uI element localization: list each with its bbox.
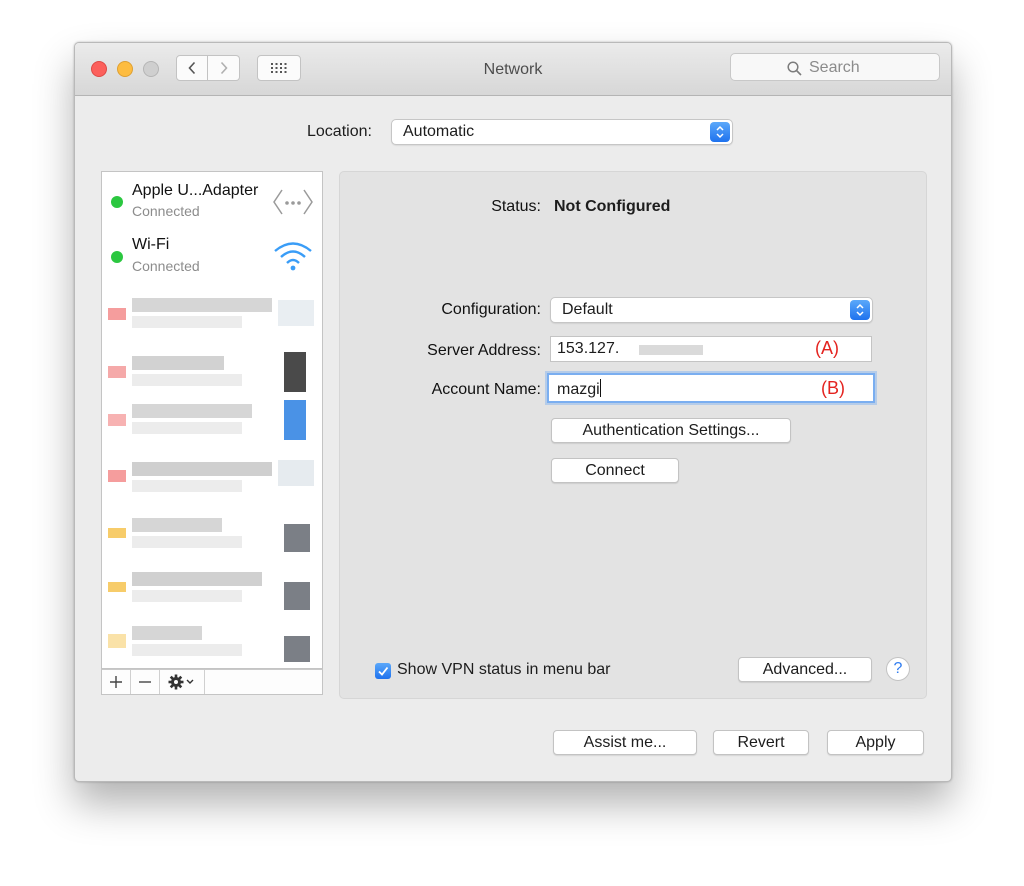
configuration-label: Configuration: [441, 301, 541, 318]
account-name-label: Account Name: [431, 381, 541, 398]
authentication-settings-button[interactable]: Authentication Settings... [551, 418, 791, 443]
configuration-popup[interactable]: Default [550, 297, 873, 323]
server-address-label: Server Address: [427, 342, 541, 359]
service-list[interactable]: Apple U...Adapter Connected Wi-Fi Connec… [101, 171, 323, 669]
popup-arrows-icon [850, 300, 870, 320]
status-label: Status: [491, 198, 541, 215]
status-value: Not Configured [554, 198, 671, 215]
network-preferences-window: Network Search Location: Automatic Apple… [74, 42, 952, 782]
service-item-wifi[interactable]: Wi-Fi Connected [102, 232, 322, 284]
service-status: Connected [132, 203, 200, 219]
add-service-button[interactable] [102, 670, 131, 694]
remove-service-button[interactable] [131, 670, 160, 694]
redacted-address [639, 345, 703, 355]
popup-arrows-icon [710, 122, 730, 142]
connected-status-dot [111, 196, 123, 208]
search-field[interactable]: Search [730, 53, 940, 81]
connected-status-dot [111, 251, 123, 263]
location-label: Location: [307, 123, 372, 140]
search-icon [787, 61, 802, 76]
show-vpn-status-label: Show VPN status in menu bar [397, 661, 611, 678]
service-name: Wi-Fi [132, 236, 170, 253]
configuration-value: Default [562, 301, 613, 318]
redacted-service-list [102, 290, 322, 668]
gear-icon [168, 674, 194, 690]
wifi-icon [274, 242, 312, 271]
search-placeholder: Search [809, 59, 860, 76]
minus-icon [139, 681, 151, 683]
location-value: Automatic [403, 123, 475, 140]
annotation-b: (B) [821, 378, 845, 398]
ethernet-icon [273, 189, 313, 215]
connect-button[interactable]: Connect [551, 458, 679, 483]
server-address-value: 153.127. [557, 340, 620, 357]
apply-button[interactable]: Apply [827, 730, 924, 755]
help-button[interactable]: ? [886, 657, 910, 681]
location-popup[interactable]: Automatic [391, 119, 733, 145]
show-vpn-status-checkbox[interactable] [375, 663, 391, 679]
service-name: Apple U...Adapter [132, 182, 259, 199]
advanced-button[interactable]: Advanced... [738, 657, 872, 682]
annotation-a: (A) [815, 338, 839, 358]
service-item-ethernet[interactable]: Apple U...Adapter Connected [102, 176, 322, 228]
title-bar: Network Search [75, 43, 951, 96]
service-action-menu[interactable] [160, 670, 205, 694]
server-address-field[interactable]: 153.127. (A) [550, 336, 872, 362]
checkmark-icon [378, 666, 389, 676]
plus-icon [110, 676, 122, 688]
service-status: Connected [132, 258, 200, 274]
assist-me-button[interactable]: Assist me... [553, 730, 697, 755]
account-name-field[interactable]: mazgi (B) [547, 373, 875, 403]
revert-button[interactable]: Revert [713, 730, 809, 755]
account-name-value: mazgi [557, 379, 601, 398]
service-list-toolbar [101, 669, 323, 695]
